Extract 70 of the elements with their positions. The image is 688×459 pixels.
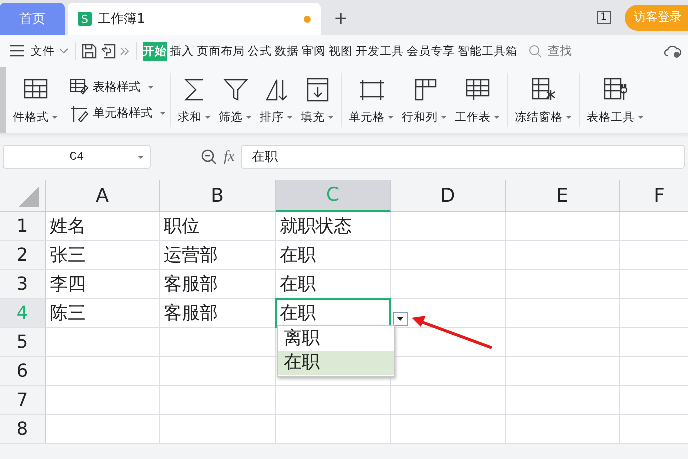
export-icon[interactable]: [101, 44, 116, 58]
row-header[interactable]: 3: [0, 270, 46, 299]
name-box[interactable]: C4: [3, 145, 151, 169]
search-icon: [529, 44, 542, 58]
ribbon-tool[interactable]: 行和列: [399, 76, 450, 124]
row-header[interactable]: 8: [0, 415, 46, 444]
dropdown-option[interactable]: 在职: [278, 351, 394, 375]
window-count-icon[interactable]: 1: [596, 11, 611, 24]
table-cell: 在职: [276, 270, 391, 299]
ribbon-tool[interactable]: 冻结窗格: [512, 76, 575, 124]
ribbon-tab[interactable]: 审阅: [302, 42, 326, 60]
ribbon-tool[interactable]: 求和: [175, 76, 214, 124]
tab-label: 工作簿1: [98, 11, 146, 28]
table-cell: 职位: [160, 212, 276, 241]
ribbon-tab[interactable]: 视图: [329, 42, 353, 60]
ribbon-tab[interactable]: 数据: [275, 42, 299, 60]
row-header[interactable]: 1: [0, 212, 46, 241]
ribbon-tool[interactable]: 表格样式: [69, 78, 154, 96]
ribbon-tool[interactable]: 工作表: [452, 76, 503, 124]
chevron-down-icon[interactable]: [59, 48, 69, 54]
row-header[interactable]: 7: [0, 386, 46, 415]
ribbon-tab[interactable]: 页面布局: [197, 42, 245, 60]
function-label[interactable]: fx: [224, 148, 235, 166]
ribbon-tool[interactable]: 筛选: [216, 76, 255, 124]
row-header[interactable]: 6: [0, 357, 46, 386]
column-header[interactable]: D: [391, 180, 506, 212]
file-menu[interactable]: 文件: [31, 44, 55, 58]
formula-field[interactable]: 在职: [240, 145, 685, 169]
ribbon-tab[interactable]: 智能工具箱: [458, 42, 518, 60]
dropdown-button[interactable]: [393, 312, 408, 326]
menu-icon[interactable]: [9, 45, 25, 57]
brush-icon: [69, 104, 89, 122]
ribbon-tool[interactable]: 件格式: [10, 76, 61, 124]
corner-triangle-icon: [19, 187, 39, 207]
ribbon-tool[interactable]: 排序: [257, 76, 296, 124]
sheet-app-icon: S: [78, 12, 92, 26]
workbook-tab[interactable]: S 工作簿1: [68, 3, 321, 35]
zoom-icon[interactable]: [201, 148, 218, 166]
table-cell: 陈三: [46, 299, 160, 328]
ribbon-tool[interactable]: 单元格: [346, 76, 397, 124]
ribbon-tool[interactable]: 填充: [298, 76, 337, 124]
ribbon-tab[interactable]: 会员专享: [407, 42, 455, 60]
ribbon-tool[interactable]: 表格工具: [584, 76, 647, 124]
row-header[interactable]: 5: [0, 328, 46, 357]
ribbon-collapse-handle[interactable]: [0, 67, 6, 133]
new-tab-button[interactable]: +: [321, 3, 361, 35]
table-cell: 李四: [46, 270, 160, 299]
row-header[interactable]: 2: [0, 241, 46, 270]
table-cell: 客服部: [160, 270, 276, 299]
double-chevron-icon[interactable]: [120, 46, 130, 56]
ribbon-tab[interactable]: 插入: [170, 42, 194, 60]
table-cell: 张三: [46, 241, 160, 270]
table-cell: 在职: [276, 241, 391, 270]
column-header[interactable]: F: [620, 180, 688, 212]
save-icon[interactable]: [82, 44, 97, 58]
column-header[interactable]: B: [160, 180, 276, 212]
column-header[interactable]: E: [506, 180, 620, 212]
table-cell: 运营部: [160, 241, 276, 270]
caret-icon: [397, 317, 404, 321]
ribbon-tool[interactable]: 单元格样式: [69, 104, 166, 122]
ribbon-tab[interactable]: 开发工具: [356, 42, 404, 60]
search-field[interactable]: 查找: [546, 43, 590, 59]
column-header[interactable]: A: [46, 180, 160, 212]
style-icon: [69, 78, 89, 96]
cloud-icon[interactable]: [664, 44, 682, 58]
table-cell: 客服部: [160, 299, 276, 328]
dropdown-option[interactable]: 离职: [278, 327, 394, 351]
table-cell: 就职状态: [276, 212, 391, 241]
table-cell: 姓名: [46, 212, 160, 241]
ribbon-tab[interactable]: 公式: [248, 42, 272, 60]
